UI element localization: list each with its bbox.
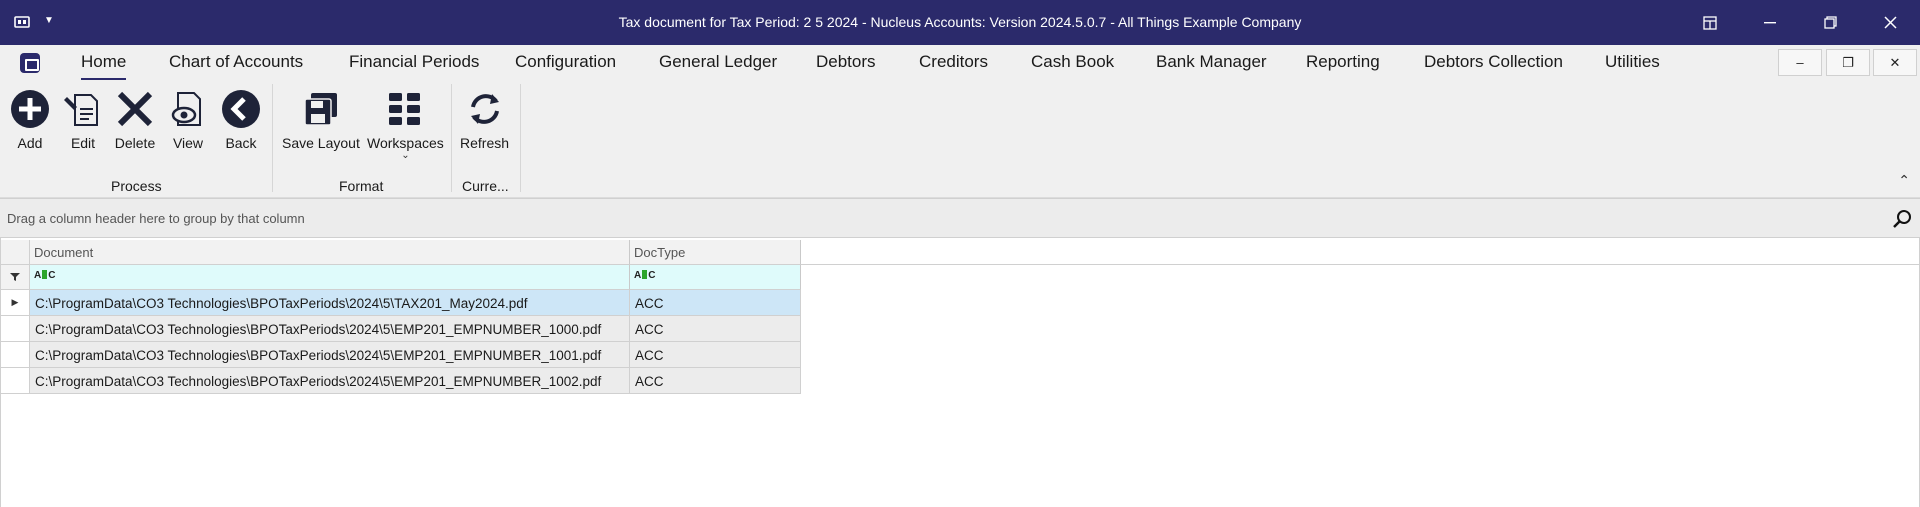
- cell-doctype[interactable]: ACC: [630, 316, 801, 342]
- cell-document[interactable]: C:\ProgramData\CO3 Technologies\BPOTaxPe…: [30, 316, 630, 342]
- cell-doctype[interactable]: ACC: [630, 290, 801, 316]
- view-document-icon: [167, 88, 209, 130]
- back-label: Back: [225, 135, 257, 151]
- row-indicator: [1, 368, 30, 394]
- menu-debtors[interactable]: Debtors: [816, 52, 876, 72]
- text-filter-icon: AC: [634, 270, 656, 281]
- add-circle-icon: [9, 88, 51, 130]
- menu-cash-book[interactable]: Cash Book: [1031, 52, 1114, 72]
- edit-label: Edit: [70, 135, 96, 151]
- cell-document[interactable]: C:\ProgramData\CO3 Technologies\BPOTaxPe…: [30, 290, 630, 316]
- view-label: View: [172, 135, 204, 151]
- table-row[interactable]: C:\ProgramData\CO3 Technologies\BPOTaxPe…: [1, 368, 801, 394]
- current-group-label: Curre...: [462, 178, 509, 194]
- cell-doctype[interactable]: ACC: [630, 368, 801, 394]
- ribbon-separator: [451, 84, 452, 192]
- column-header-document[interactable]: Document: [30, 240, 630, 265]
- row-indicator-icon: ▶: [1, 290, 30, 316]
- app-logo-icon[interactable]: [20, 53, 40, 73]
- ribbon-separator: [520, 84, 521, 192]
- documents-grid: Document DocType AC AC ▶ C:\ProgramData\…: [0, 238, 1920, 507]
- process-group-label: Process: [111, 178, 162, 194]
- format-group-label: Format: [339, 178, 384, 194]
- mdi-minimize-button[interactable]: –: [1778, 49, 1822, 76]
- chevron-down-icon: ⌄: [401, 150, 410, 161]
- cell-doctype[interactable]: ACC: [630, 342, 801, 368]
- row-indicator: [1, 342, 30, 368]
- menu-reporting[interactable]: Reporting: [1306, 52, 1380, 72]
- add-button[interactable]: Add: [9, 88, 51, 151]
- delete-button[interactable]: Delete: [114, 88, 156, 151]
- menu-debtors-collection[interactable]: Debtors Collection: [1424, 52, 1563, 72]
- back-circle-icon: [220, 88, 262, 130]
- filter-icon: [1, 265, 30, 290]
- group-by-panel[interactable]: Drag a column header here to group by th…: [0, 198, 1920, 238]
- main-menu-bar: Home Chart of Accounts Financial Periods…: [0, 45, 1920, 80]
- search-icon[interactable]: [1892, 208, 1914, 230]
- refresh-icon: [464, 88, 506, 130]
- table-row[interactable]: C:\ProgramData\CO3 Technologies\BPOTaxPe…: [1, 342, 801, 368]
- text-filter-icon: AC: [34, 270, 56, 281]
- delete-x-icon: [114, 88, 156, 130]
- cell-document[interactable]: C:\ProgramData\CO3 Technologies\BPOTaxPe…: [30, 368, 630, 394]
- filter-row: AC AC: [1, 265, 801, 290]
- menu-chart-of-accounts[interactable]: Chart of Accounts: [169, 52, 303, 72]
- row-indicator: [1, 316, 30, 342]
- workspaces-grid-icon: [384, 88, 426, 130]
- save-layout-button[interactable]: Save Layout: [282, 88, 360, 151]
- menu-general-ledger[interactable]: General Ledger: [659, 52, 777, 72]
- edit-button[interactable]: Edit: [62, 88, 104, 151]
- save-layout-label: Save Layout: [282, 135, 360, 151]
- menu-creditors[interactable]: Creditors: [919, 52, 988, 72]
- add-label: Add: [17, 135, 43, 151]
- ribbon-collapse-icon[interactable]: ⌃: [1898, 172, 1910, 189]
- window-restore-button[interactable]: [1800, 0, 1860, 45]
- edit-document-icon: [62, 88, 104, 130]
- layout-icon[interactable]: [1680, 0, 1740, 45]
- menu-financial-periods[interactable]: Financial Periods: [349, 52, 479, 72]
- table-row[interactable]: ▶ C:\ProgramData\CO3 Technologies\BPOTax…: [1, 290, 801, 316]
- group-by-hint: Drag a column header here to group by th…: [7, 211, 305, 226]
- menu-home[interactable]: Home: [81, 52, 127, 80]
- menu-configuration[interactable]: Configuration: [515, 52, 616, 72]
- window-minimize-button[interactable]: [1740, 0, 1800, 45]
- workspaces-label: Workspaces: [367, 135, 444, 151]
- refresh-button[interactable]: Refresh: [460, 88, 509, 151]
- workspaces-button[interactable]: Workspaces ⌄: [367, 88, 444, 161]
- header-indicator-cell: [1, 240, 30, 265]
- mdi-close-button[interactable]: ✕: [1873, 49, 1917, 76]
- mdi-restore-button[interactable]: ❐: [1826, 49, 1870, 76]
- filter-cell-doctype[interactable]: AC: [630, 265, 801, 290]
- menu-utilities[interactable]: Utilities: [1605, 52, 1660, 72]
- view-button[interactable]: View: [167, 88, 209, 151]
- menu-bank-manager[interactable]: Bank Manager: [1156, 52, 1267, 72]
- ribbon: Add Edit Delete View Back Process Save L…: [0, 80, 1920, 198]
- header-empty-area: [801, 240, 1919, 265]
- save-layout-icon: [300, 88, 342, 130]
- column-header-doctype[interactable]: DocType: [630, 240, 801, 265]
- ribbon-separator: [272, 84, 273, 192]
- back-button[interactable]: Back: [220, 88, 262, 151]
- filter-cell-document[interactable]: AC: [30, 265, 630, 290]
- window-close-button[interactable]: [1860, 0, 1920, 45]
- window-title: Tax document for Tax Period: 2 5 2024 - …: [618, 14, 1302, 30]
- delete-label: Delete: [114, 135, 156, 151]
- refresh-label: Refresh: [460, 135, 510, 151]
- title-bar: ▼ Tax document for Tax Period: 2 5 2024 …: [0, 0, 1920, 45]
- cell-document[interactable]: C:\ProgramData\CO3 Technologies\BPOTaxPe…: [30, 342, 630, 368]
- table-row[interactable]: C:\ProgramData\CO3 Technologies\BPOTaxPe…: [1, 316, 801, 342]
